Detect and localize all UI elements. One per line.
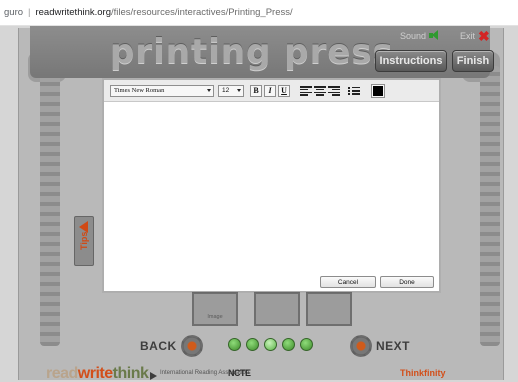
next-label: NEXT — [376, 339, 411, 353]
underline-button[interactable]: U — [278, 85, 290, 97]
exit-button[interactable]: Exit ✖ — [460, 28, 490, 44]
url-domain[interactable]: readwritethink.org — [35, 7, 111, 18]
footer: readwritethink International Reading Ass… — [0, 364, 518, 382]
gear-icon — [180, 335, 203, 357]
bullet-list-icon[interactable] — [348, 86, 360, 96]
color-swatch — [373, 86, 383, 96]
logo-think: think — [112, 365, 149, 382]
instructions-button[interactable]: Instructions — [375, 50, 447, 72]
font-family-value: Times New Roman — [114, 87, 165, 94]
done-button[interactable]: Done — [380, 276, 434, 288]
align-center-icon[interactable] — [314, 86, 326, 96]
progress-dot — [282, 338, 295, 351]
thinkfinity-logo[interactable]: Thinkfinity — [400, 368, 446, 378]
logo-write: write — [77, 365, 113, 382]
align-right-icon[interactable] — [328, 86, 340, 96]
cancel-button[interactable]: Cancel — [320, 276, 376, 288]
text-editor-area[interactable] — [108, 105, 435, 270]
progress-dot — [300, 338, 313, 351]
ira-logo-icon — [150, 372, 157, 380]
security-indicator[interactable]: guro — [4, 7, 23, 18]
exit-label: Exit — [460, 31, 476, 41]
tips-arrow-icon — [79, 221, 88, 233]
slot-label: Image — [207, 314, 223, 320]
gear-icon — [350, 335, 372, 357]
speaker-icon — [429, 30, 441, 41]
ncte-logo[interactable]: NCTE — [228, 368, 251, 378]
app-header: printing press Sound Exit ✖ Instructions… — [30, 26, 494, 78]
address-separator: | — [28, 7, 31, 18]
layout-slot[interactable] — [254, 292, 300, 326]
progress-indicator — [228, 338, 313, 351]
bold-button[interactable]: B — [250, 85, 262, 97]
font-size-value: 12 — [222, 87, 230, 94]
logo-read: read — [46, 365, 78, 382]
font-family-select[interactable]: Times New Roman — [110, 85, 214, 97]
browser-address-bar[interactable]: guro | readwritethink.org/files/resource… — [0, 0, 518, 26]
text-editor-dialog: Times New Roman 12 B I U Cancel Done — [103, 79, 440, 292]
sound-toggle[interactable]: Sound — [400, 30, 441, 41]
chevron-down-icon — [237, 89, 241, 92]
text-color-picker[interactable] — [371, 84, 385, 98]
right-press-column — [480, 66, 500, 346]
align-left-icon[interactable] — [300, 86, 312, 96]
progress-dot-current — [264, 338, 277, 351]
layout-slot-image[interactable]: Image — [192, 292, 238, 326]
next-button[interactable]: NEXT — [350, 334, 410, 358]
readwritethink-logo[interactable]: readwritethink — [46, 365, 149, 382]
close-icon: ✖ — [478, 28, 490, 44]
app-title: printing press — [110, 32, 394, 72]
screen: guro | readwritethink.org/files/resource… — [0, 0, 518, 382]
progress-dot — [246, 338, 259, 351]
sound-label: Sound — [400, 30, 427, 41]
left-press-column — [40, 66, 60, 346]
back-label: BACK — [140, 339, 177, 353]
layout-slot[interactable] — [306, 292, 352, 326]
back-button[interactable]: BACK — [140, 334, 203, 358]
url-path[interactable]: /files/resources/interactives/Printing_P… — [111, 7, 293, 18]
editor-toolbar: Times New Roman 12 B I U — [104, 80, 439, 102]
finish-button[interactable]: Finish — [452, 50, 494, 72]
progress-dot — [228, 338, 241, 351]
chevron-down-icon — [207, 89, 211, 92]
italic-button[interactable]: I — [264, 85, 276, 97]
font-size-select[interactable]: 12 — [218, 85, 244, 97]
